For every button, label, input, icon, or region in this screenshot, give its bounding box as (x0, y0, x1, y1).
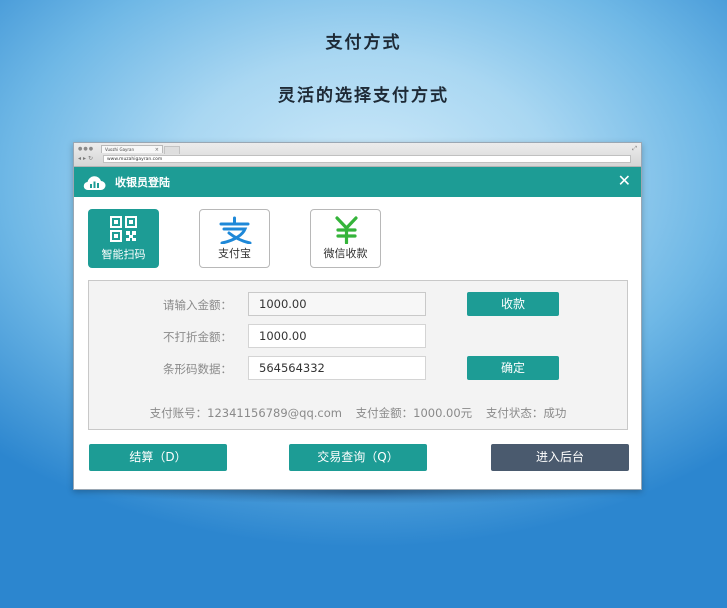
payment-amount: 支付金额：1000.00元 (355, 406, 473, 420)
nodiscount-input[interactable]: 1000.00 (248, 324, 426, 348)
browser-chrome: ●●● Vuozhi Gayran × ⤢ ◂▸↻ www.muzahigayr… (74, 143, 641, 167)
barcode-label: 条形码数据： (163, 362, 232, 376)
page-heading: 支付方式 (325, 33, 402, 53)
amount-label: 请输入金额： (163, 298, 232, 312)
nav-buttons[interactable]: ◂▸↻ (78, 155, 95, 162)
cloud-chart-icon (83, 176, 106, 191)
yen-icon (335, 216, 358, 244)
transaction-query-button[interactable]: 交易查询（Q） (289, 444, 427, 471)
amount-input[interactable]: 1000.00 (248, 292, 426, 316)
method-label: 智能扫码 (101, 248, 146, 261)
enter-backend-button[interactable]: 进入后台 (491, 444, 629, 471)
fullscreen-icon[interactable]: ⤢ (632, 145, 637, 153)
payment-status-line: 支付账号：12341156789@qq.com 支付金额：1000.00元 支付… (89, 405, 627, 421)
app-header: 收银员登陆 ✕ (74, 167, 641, 197)
payment-form-panel: 请输入金额： 1000.00 收款 不打折金额： 1000.00 条形码数据： … (88, 280, 628, 430)
browser-tab[interactable]: Vuozhi Gayran × (101, 145, 163, 153)
method-alipay[interactable]: 支付宝 (199, 209, 270, 268)
barcode-input[interactable]: 564564332 (248, 356, 426, 380)
alipay-icon (219, 216, 252, 244)
browser-window: ●●● Vuozhi Gayran × ⤢ ◂▸↻ www.muzahigayr… (73, 142, 642, 490)
collect-button[interactable]: 收款 (467, 292, 559, 316)
tab-close-icon[interactable]: × (155, 146, 159, 154)
payment-account: 支付账号：12341156789@qq.com (149, 406, 342, 420)
settle-button[interactable]: 结算（D） (89, 444, 227, 471)
method-label: 支付宝 (218, 247, 251, 260)
method-wechat[interactable]: 微信收款 (310, 209, 381, 268)
method-label: 微信收款 (323, 247, 368, 260)
new-tab-button[interactable] (164, 146, 180, 154)
app-title: 收银员登陆 (115, 176, 170, 189)
tab-title: Vuozhi Gayran (105, 147, 135, 152)
close-icon[interactable]: ✕ (618, 171, 631, 191)
window-controls[interactable]: ●●● (78, 146, 94, 152)
address-bar[interactable]: www.muzahigayran.com (103, 155, 631, 163)
qr-code-icon (110, 216, 137, 242)
page-subheading: 灵活的选择支付方式 (278, 86, 449, 106)
payment-state: 支付状态：成功 (485, 406, 567, 420)
confirm-button[interactable]: 确定 (467, 356, 559, 380)
nodiscount-label: 不打折金额： (163, 330, 232, 344)
method-smart-scan[interactable]: 智能扫码 (88, 209, 159, 268)
